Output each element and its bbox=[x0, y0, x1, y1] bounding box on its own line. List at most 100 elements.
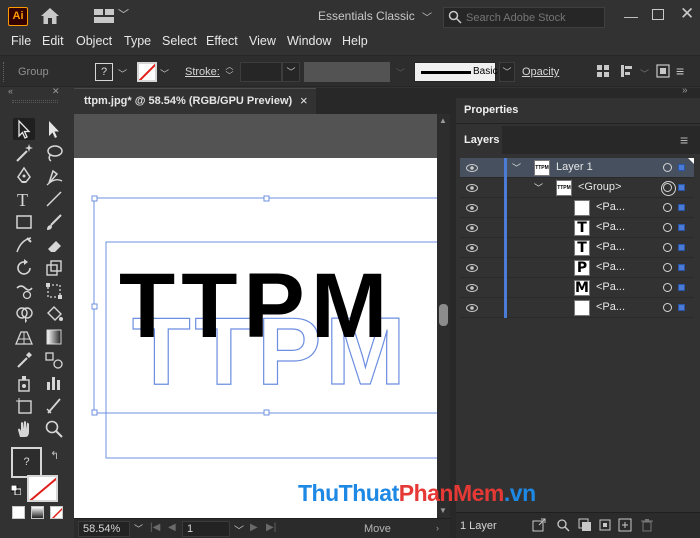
layer-row[interactable]: M <Pa... bbox=[460, 278, 694, 298]
column-graph-tool-icon[interactable] bbox=[43, 372, 65, 394]
target-icon[interactable] bbox=[661, 181, 676, 196]
menu-object[interactable]: Object bbox=[76, 34, 112, 48]
visibility-eye-icon[interactable] bbox=[466, 184, 478, 192]
fill-swatch[interactable]: ? bbox=[95, 63, 113, 81]
adobe-stock-search[interactable] bbox=[443, 7, 605, 28]
visibility-eye-icon[interactable] bbox=[466, 204, 478, 212]
chevron-down-icon[interactable]: ﹀ bbox=[160, 67, 169, 80]
visibility-eye-icon[interactable] bbox=[466, 284, 478, 292]
stroke-weight-stepper[interactable]: ︿ ﹀ bbox=[223, 62, 236, 82]
selection-handle[interactable] bbox=[263, 409, 270, 416]
layer-row[interactable]: ﹀ TTPM Layer 1 bbox=[460, 158, 694, 178]
maximize-icon[interactable] bbox=[652, 9, 664, 20]
layer-name[interactable]: <Group> bbox=[578, 181, 621, 193]
visibility-eye-icon[interactable] bbox=[466, 304, 478, 312]
selection-indicator[interactable] bbox=[678, 204, 685, 211]
type-tool-icon[interactable]: T bbox=[13, 188, 35, 210]
target-icon[interactable] bbox=[663, 283, 672, 292]
rotate-tool-icon[interactable] bbox=[13, 257, 35, 279]
layer-name[interactable]: <Pa... bbox=[596, 281, 625, 293]
default-fill-stroke-icon[interactable] bbox=[11, 485, 21, 495]
variable-width-profile[interactable] bbox=[304, 62, 390, 82]
selection-tool-icon[interactable] bbox=[13, 118, 35, 140]
target-icon[interactable] bbox=[663, 223, 672, 232]
scroll-down-icon[interactable]: ▼ bbox=[439, 506, 447, 515]
visibility-eye-icon[interactable] bbox=[466, 164, 478, 172]
artboard-tool-icon[interactable] bbox=[13, 395, 35, 417]
minimize-icon[interactable]: — bbox=[624, 8, 638, 24]
chevron-down-icon[interactable]: ﹀ bbox=[422, 9, 432, 24]
selection-indicator[interactable] bbox=[678, 244, 685, 251]
layer-name[interactable]: <Pa... bbox=[596, 201, 625, 213]
layer-row[interactable]: T <Pa... bbox=[460, 238, 694, 258]
free-transform-tool-icon[interactable] bbox=[43, 280, 65, 302]
brush-definition[interactable]: Basic bbox=[414, 62, 497, 82]
color-mode-icon[interactable] bbox=[12, 506, 25, 519]
panel-grip[interactable] bbox=[12, 100, 58, 103]
fill-color-swatch[interactable]: ? bbox=[11, 447, 42, 478]
close-tab-icon[interactable]: × bbox=[300, 93, 308, 108]
selection-handle[interactable] bbox=[91, 409, 98, 416]
visibility-eye-icon[interactable] bbox=[466, 244, 478, 252]
artboard-number-field[interactable]: 1 bbox=[182, 521, 230, 537]
menu-file[interactable]: File bbox=[11, 34, 31, 48]
stroke-color-swatch[interactable] bbox=[27, 475, 58, 502]
panel-menu-icon[interactable]: ≡ bbox=[680, 132, 688, 148]
zoom-level-field[interactable]: 58.54% bbox=[78, 521, 130, 537]
stroke-weight-dropdown[interactable]: ﹀ bbox=[282, 62, 300, 82]
canvas[interactable]: TTPM TTPM bbox=[74, 114, 437, 518]
opacity-label[interactable]: Opacity bbox=[522, 66, 559, 78]
none-mode-icon[interactable] bbox=[50, 506, 63, 519]
close-icon[interactable]: ✕ bbox=[680, 4, 694, 24]
menu-help[interactable]: Help bbox=[342, 34, 368, 48]
layer-row[interactable]: P <Pa... bbox=[460, 258, 694, 278]
new-layer-icon[interactable] bbox=[618, 518, 632, 532]
pen-tool-icon[interactable] bbox=[13, 165, 35, 187]
visibility-eye-icon[interactable] bbox=[466, 224, 478, 232]
chevron-down-icon[interactable]: ﹀ bbox=[134, 522, 143, 535]
close-panel-icon[interactable]: ✕ bbox=[52, 86, 60, 97]
swap-fill-stroke-icon[interactable]: ↰ bbox=[50, 449, 59, 462]
layer-row[interactable]: T <Pa... bbox=[460, 218, 694, 238]
chevron-down-icon[interactable]: ﹀ bbox=[118, 67, 127, 80]
stroke-label[interactable]: Stroke: bbox=[185, 66, 220, 78]
layer-name[interactable]: <Pa... bbox=[596, 301, 625, 313]
live-paint-bucket-tool-icon[interactable] bbox=[43, 303, 65, 325]
artwork[interactable]: TTPM TTPM bbox=[74, 114, 437, 518]
collapse-panels-icon[interactable]: » bbox=[682, 85, 688, 96]
line-segment-tool-icon[interactable] bbox=[43, 188, 65, 210]
blend-tool-icon[interactable] bbox=[43, 349, 65, 371]
layer-name[interactable]: Layer 1 bbox=[556, 161, 593, 173]
current-tool-status[interactable]: Move bbox=[364, 523, 391, 535]
selection-indicator[interactable] bbox=[678, 284, 685, 291]
selection-handle[interactable] bbox=[91, 303, 98, 310]
scrollbar-thumb[interactable] bbox=[439, 304, 448, 326]
selection-indicator[interactable] bbox=[678, 184, 685, 191]
selection-indicator[interactable] bbox=[678, 164, 685, 171]
stroke-swatch[interactable] bbox=[137, 62, 157, 82]
layer-name[interactable]: <Pa... bbox=[596, 261, 625, 273]
stroke-weight-input[interactable] bbox=[240, 62, 282, 82]
selection-indicator[interactable] bbox=[678, 304, 685, 311]
chevron-down-icon[interactable]: ﹀ bbox=[118, 6, 129, 22]
document-tab[interactable]: ttpm.jpg* @ 58.54% (RGB/GPU Preview) × bbox=[74, 88, 316, 114]
eraser-tool-icon[interactable] bbox=[43, 234, 65, 256]
clipping-mask-icon[interactable] bbox=[578, 518, 592, 532]
visibility-eye-icon[interactable] bbox=[466, 264, 478, 272]
layer-row[interactable]: <Pa... bbox=[460, 198, 694, 218]
selection-indicator[interactable] bbox=[678, 224, 685, 231]
menu-view[interactable]: View bbox=[249, 34, 276, 48]
tab-properties[interactable]: Properties bbox=[456, 98, 700, 124]
transform-icon[interactable] bbox=[620, 64, 634, 78]
eyedropper-tool-icon[interactable] bbox=[13, 349, 35, 371]
menu-type[interactable]: Type bbox=[124, 34, 151, 48]
selection-indicator[interactable] bbox=[678, 264, 685, 271]
perspective-grid-tool-icon[interactable] bbox=[13, 326, 35, 348]
layer-row[interactable]: <Pa... bbox=[460, 298, 694, 318]
layer-name[interactable]: <Pa... bbox=[596, 241, 625, 253]
new-sublayer-icon[interactable] bbox=[598, 518, 612, 532]
curvature-tool-icon[interactable] bbox=[43, 165, 65, 187]
vertical-scrollbar[interactable]: ▲ ▼ bbox=[437, 114, 450, 518]
gradient-mode-icon[interactable] bbox=[31, 506, 44, 519]
search-input[interactable] bbox=[466, 10, 602, 25]
